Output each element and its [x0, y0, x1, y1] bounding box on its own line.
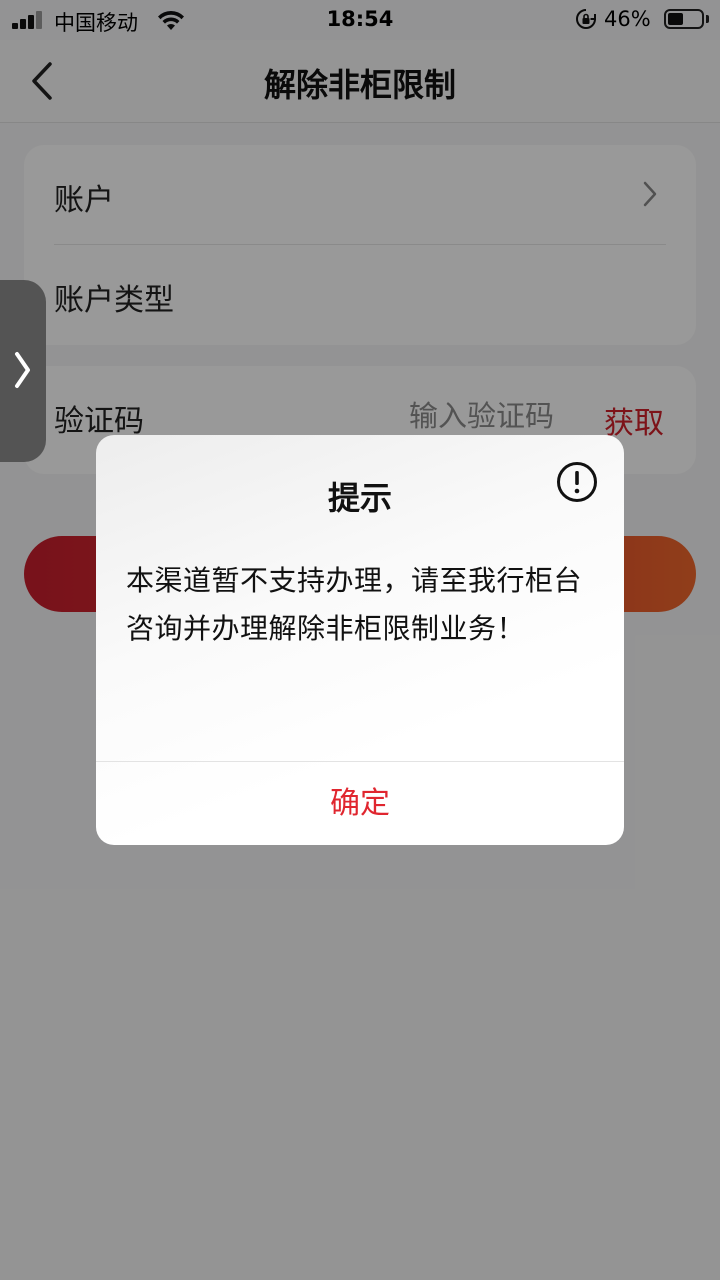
info-exclamation-icon — [557, 462, 597, 502]
confirm-button[interactable]: 确定 — [96, 762, 624, 845]
chevron-right-icon — [15, 352, 30, 388]
alert-dialog: 提示 本渠道暂不支持办理，请至我行柜台咨询并办理解除非柜限制业务！ 确定 — [96, 435, 624, 845]
dialog-message: 本渠道暂不支持办理，请至我行柜台咨询并办理解除非柜限制业务！ — [126, 564, 583, 645]
floating-side-handle[interactable] — [0, 280, 46, 462]
dialog-title: 提示 — [327, 479, 392, 517]
